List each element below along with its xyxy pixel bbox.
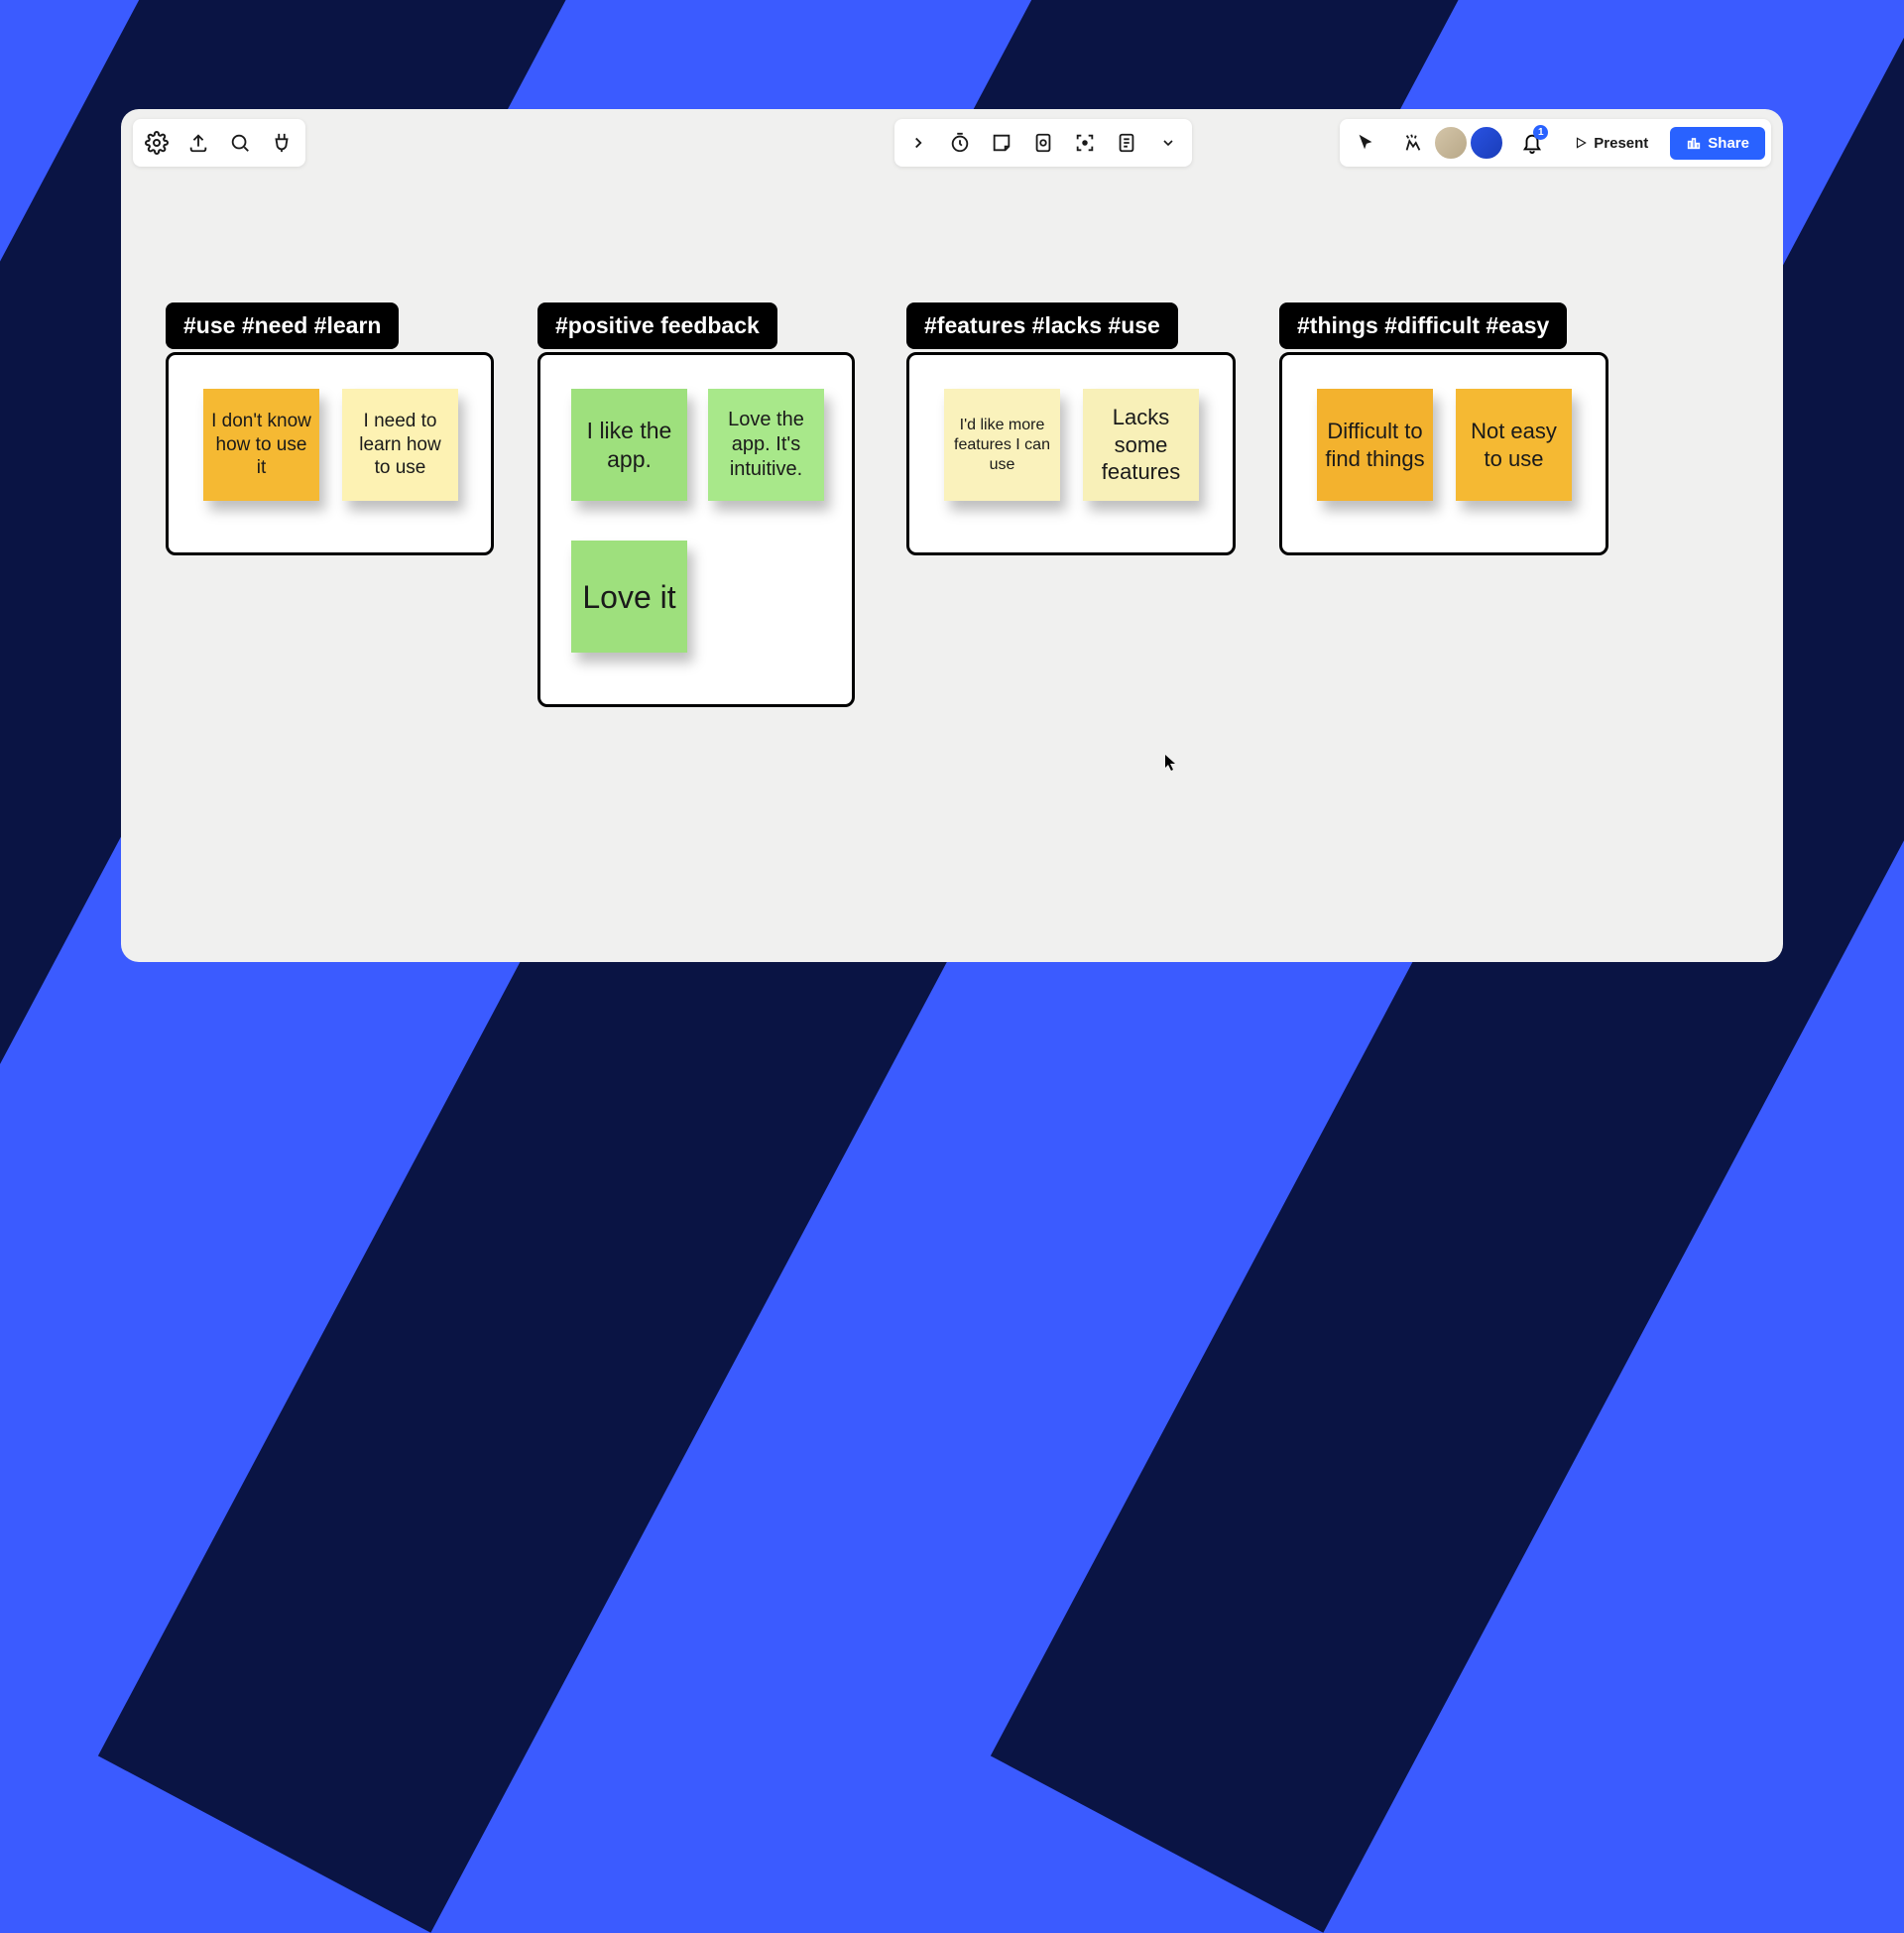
- sticky-note[interactable]: Lacks some features: [1083, 389, 1199, 501]
- sticky-note[interactable]: Love it: [571, 541, 687, 653]
- canvas[interactable]: #use #need #learn I don't know how to us…: [121, 109, 1783, 962]
- sticky-note[interactable]: I like the app.: [571, 389, 687, 501]
- sticky-note[interactable]: Difficult to find things: [1317, 389, 1433, 501]
- cursor-icon: [1164, 754, 1178, 772]
- sticky-note[interactable]: Love the app. It's intuitive.: [708, 389, 824, 501]
- sticky-note[interactable]: Not easy to use: [1456, 389, 1572, 501]
- sticky-note[interactable]: I need to learn how to use: [342, 389, 458, 501]
- sticky-note[interactable]: I'd like more features I can use: [944, 389, 1060, 501]
- cluster-tag[interactable]: #positive feedback: [537, 302, 777, 349]
- cluster-tag[interactable]: #things #difficult #easy: [1279, 302, 1567, 349]
- app-window: 1 Present Share #use #need #learn I don'…: [121, 109, 1783, 962]
- cluster-tag[interactable]: #features #lacks #use: [906, 302, 1178, 349]
- cluster-tag[interactable]: #use #need #learn: [166, 302, 399, 349]
- sticky-note[interactable]: I don't know how to use it: [203, 389, 319, 501]
